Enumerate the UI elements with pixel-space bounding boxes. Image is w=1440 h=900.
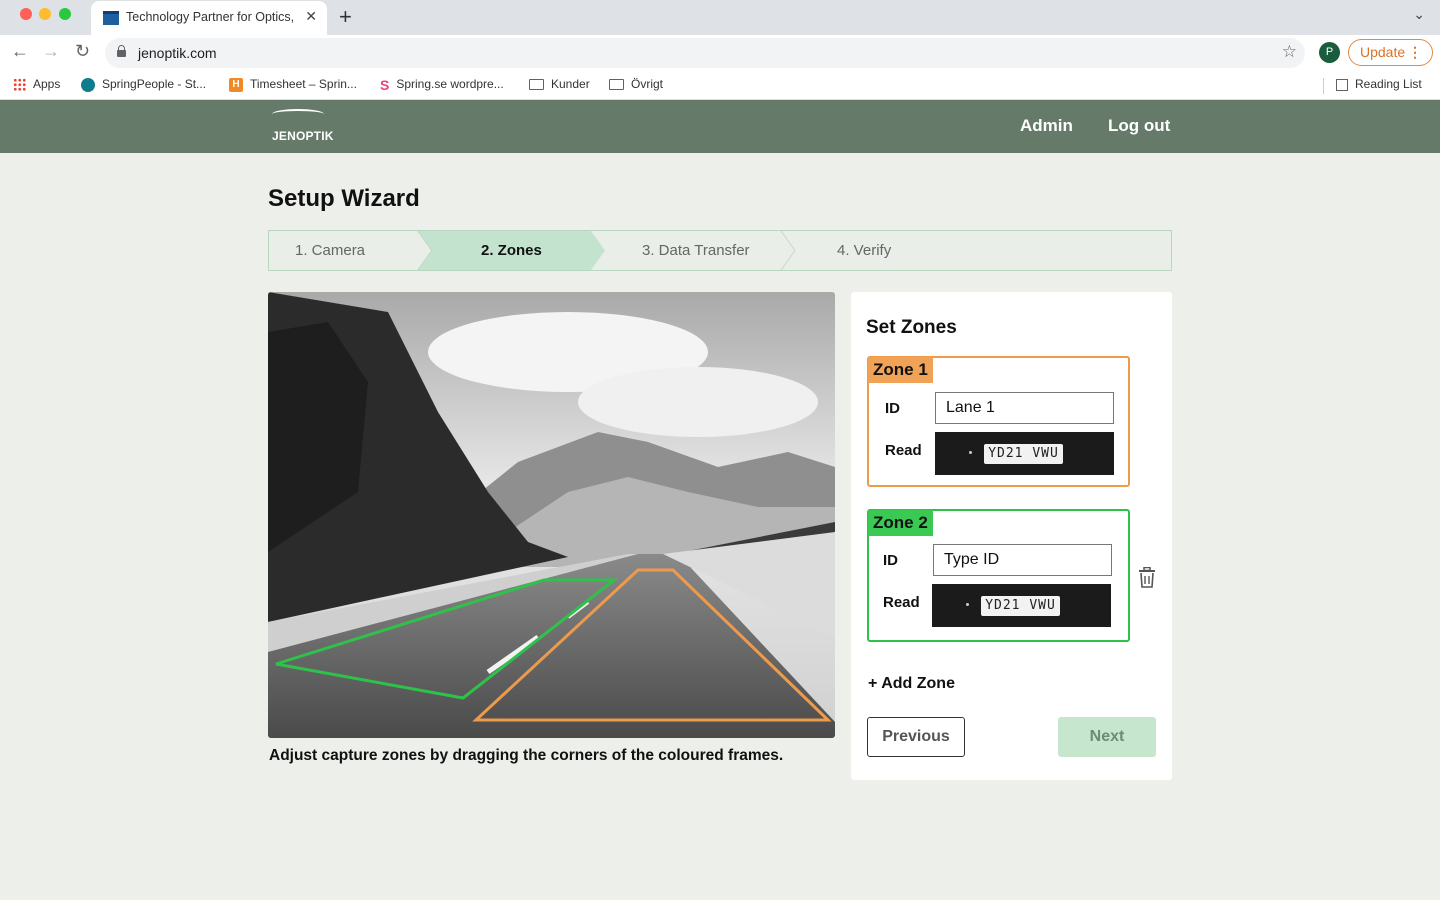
step-camera[interactable]: 1. Camera bbox=[295, 231, 365, 270]
update-button[interactable]: Update ⋮ bbox=[1348, 39, 1433, 66]
step-chevron-icon bbox=[417, 231, 433, 270]
folder-icon bbox=[609, 79, 624, 91]
bookmark-spring-wordpress[interactable]: S Spring.se wordpre... bbox=[380, 77, 504, 93]
maximize-window-button[interactable] bbox=[59, 8, 71, 20]
site-favicon-icon bbox=[103, 11, 119, 25]
bookmark-apps[interactable]: Apps bbox=[13, 77, 60, 92]
step-zones[interactable]: 2. Zones bbox=[481, 231, 542, 270]
browser-tab-bar: Technology Partner for Optics, ✕ + ⌄ bbox=[0, 0, 1440, 35]
update-label: Update bbox=[1360, 44, 1406, 60]
wizard-stepper: 1. Camera 2. Zones 3. Data Transfer 4. V… bbox=[268, 230, 1172, 271]
bookmark-kunder[interactable]: Kunder bbox=[529, 77, 590, 91]
arrow-left-icon[interactable]: ← bbox=[11, 41, 29, 62]
bookmark-springpeople[interactable]: SpringPeople - St... bbox=[81, 77, 206, 92]
page-title: Setup Wizard bbox=[268, 185, 420, 212]
tab-search-chevron-icon[interactable]: ⌄ bbox=[1413, 6, 1425, 23]
bookmark-ovrigt[interactable]: Övrigt bbox=[609, 77, 663, 91]
site-header: JENOPTIK Admin Log out bbox=[0, 100, 1440, 153]
bookmarks-bar: Apps SpringPeople - St... H Timesheet – S… bbox=[0, 70, 1440, 100]
url-field[interactable]: jenoptik.com ☆ bbox=[105, 38, 1305, 68]
tab-close-icon[interactable]: ✕ bbox=[305, 8, 317, 25]
admin-link[interactable]: Admin bbox=[1020, 116, 1073, 136]
lock-icon[interactable] bbox=[117, 45, 126, 57]
plate-text: YD21 VWU bbox=[981, 596, 1060, 616]
logout-link[interactable]: Log out bbox=[1108, 116, 1170, 136]
springpeople-icon bbox=[81, 77, 95, 92]
address-bar-row: ← → ↻ jenoptik.com ☆ P Update ⋮ bbox=[0, 35, 1440, 70]
star-icon[interactable]: ☆ bbox=[1282, 42, 1297, 62]
plate-text: YD21 VWU bbox=[984, 444, 1063, 464]
tab-title: Technology Partner for Optics, bbox=[126, 10, 294, 24]
apps-grid-icon bbox=[13, 78, 26, 92]
more-menu-icon: ⋮ bbox=[1408, 44, 1422, 60]
jenoptik-logo[interactable]: JENOPTIK bbox=[270, 109, 333, 145]
zone-read-label: Read bbox=[885, 442, 922, 459]
zone-2-tag: Zone 2 bbox=[868, 510, 933, 536]
url-text: jenoptik.com bbox=[138, 45, 217, 61]
arrow-right-icon[interactable]: → bbox=[42, 41, 60, 62]
minimize-window-button[interactable] bbox=[39, 8, 51, 20]
camera-view[interactable] bbox=[268, 292, 835, 738]
spring-s-icon: S bbox=[380, 77, 390, 93]
zone-2-id-input[interactable]: Type ID bbox=[933, 544, 1112, 576]
step-chevron-icon bbox=[780, 231, 796, 270]
logo-arc-icon bbox=[272, 109, 324, 119]
zone-1-plate-read: YD21 VWU bbox=[935, 432, 1114, 475]
panel-title: Set Zones bbox=[866, 317, 957, 338]
zone-read-label: Read bbox=[883, 594, 920, 611]
step-data-transfer[interactable]: 3. Data Transfer bbox=[642, 231, 750, 270]
previous-button[interactable]: Previous bbox=[867, 717, 965, 757]
cloud bbox=[578, 367, 818, 437]
add-zone-button[interactable]: + Add Zone bbox=[868, 675, 955, 693]
zone-id-label: ID bbox=[883, 552, 898, 569]
zone-1-id-input[interactable]: Lane 1 bbox=[935, 392, 1114, 424]
bookmarks-divider bbox=[1323, 78, 1324, 94]
zone-id-label: ID bbox=[885, 400, 900, 417]
next-button[interactable]: Next bbox=[1058, 717, 1156, 757]
zone-1-card: Zone 1 ID Lane 1 Read YD21 VWU bbox=[867, 356, 1130, 487]
folder-icon bbox=[529, 79, 544, 91]
trash-icon[interactable] bbox=[1137, 567, 1157, 589]
zone-1-tag: Zone 1 bbox=[868, 357, 933, 383]
instruction-caption: Adjust capture zones by dragging the cor… bbox=[269, 747, 784, 764]
browser-tab[interactable]: Technology Partner for Optics, ✕ bbox=[91, 1, 327, 35]
profile-avatar[interactable]: P bbox=[1319, 42, 1340, 63]
zone-2-card: Zone 2 ID Type ID Read YD21 VWU bbox=[867, 509, 1130, 642]
reading-list-icon bbox=[1336, 78, 1348, 91]
reload-icon[interactable]: ↻ bbox=[75, 41, 90, 62]
bookmark-timesheet[interactable]: H Timesheet – Sprin... bbox=[229, 77, 357, 92]
zones-panel: Set Zones Zone 1 ID Lane 1 Read YD21 VWU… bbox=[851, 292, 1172, 780]
new-tab-icon[interactable]: + bbox=[339, 4, 352, 30]
step-verify[interactable]: 4. Verify bbox=[837, 231, 891, 270]
reading-list[interactable]: Reading List bbox=[1336, 77, 1422, 91]
close-window-button[interactable] bbox=[20, 8, 32, 20]
zone-2-plate-read: YD21 VWU bbox=[932, 584, 1111, 627]
harvest-icon: H bbox=[229, 77, 243, 92]
